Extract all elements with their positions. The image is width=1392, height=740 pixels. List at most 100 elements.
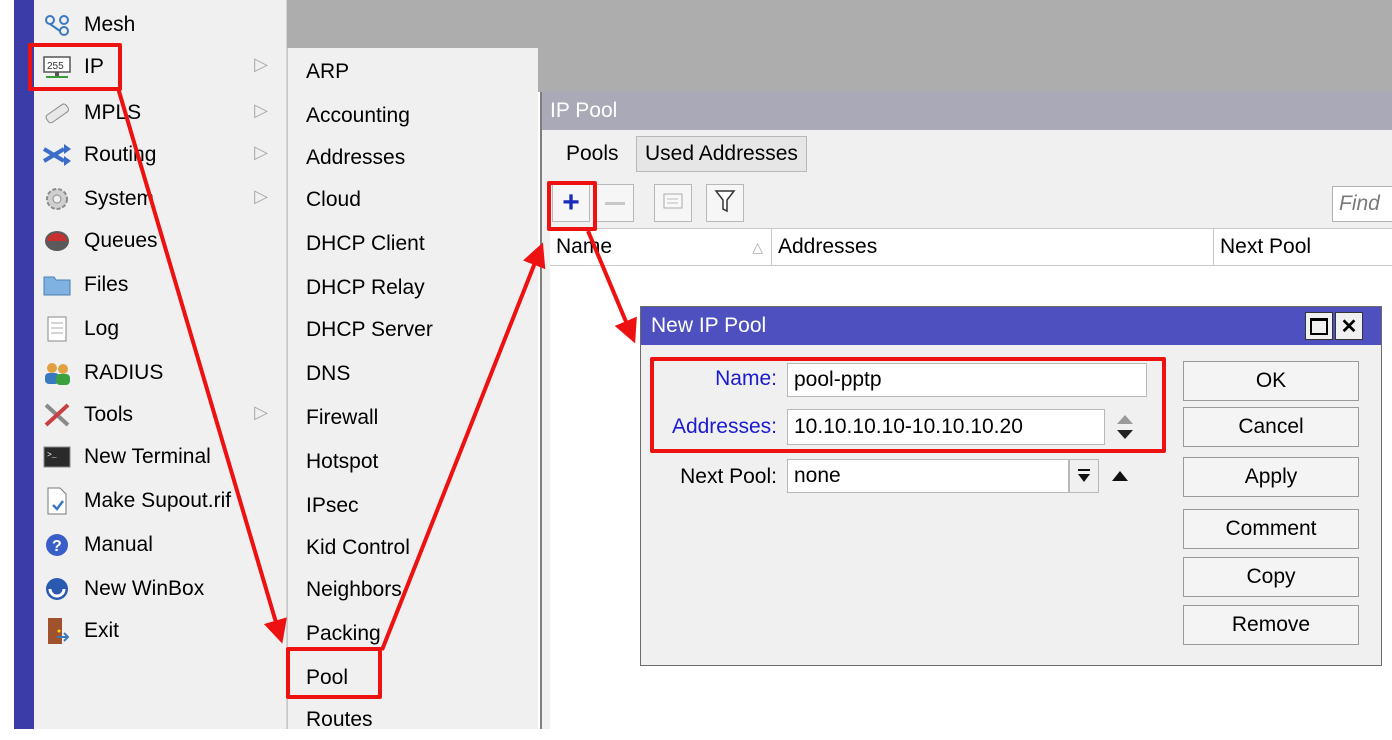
column-header-name[interactable]: Name △ bbox=[550, 229, 772, 265]
submenu-item-label: Neighbors bbox=[306, 578, 402, 601]
menu-item-mesh[interactable]: Mesh bbox=[34, 4, 286, 46]
dropdown-arrow-icon bbox=[1078, 469, 1090, 482]
folder-icon bbox=[40, 271, 74, 299]
submenu-item-label: DNS bbox=[306, 362, 351, 385]
menu-item-label: Make Supout.rif bbox=[84, 489, 232, 512]
column-header-addresses[interactable]: Addresses bbox=[772, 229, 1214, 265]
submenu-item-label: Routes bbox=[306, 708, 373, 731]
submenu-item-accounting[interactable]: Accounting bbox=[306, 96, 410, 136]
menu-item-label: Queues bbox=[84, 229, 158, 252]
close-button[interactable]: ✕ bbox=[1335, 312, 1363, 340]
svg-text:>_: >_ bbox=[47, 451, 57, 460]
tools-icon bbox=[40, 401, 74, 429]
find-input[interactable]: Find bbox=[1332, 186, 1392, 222]
collapse-up-icon[interactable] bbox=[1107, 463, 1133, 489]
submenu-item-label: Firewall bbox=[306, 406, 379, 429]
submenu-arrow-icon: ▷ bbox=[254, 100, 268, 120]
submenu-item-routes[interactable]: Routes bbox=[306, 700, 373, 740]
menu-item-radius[interactable]: RADIUS bbox=[34, 352, 286, 394]
menu-item-label: Tools bbox=[84, 403, 134, 426]
tab-label: Used Addresses bbox=[645, 142, 798, 165]
submenu-arrow-icon: ▷ bbox=[254, 54, 268, 74]
ip-pool-title-bar[interactable]: IP Pool bbox=[542, 92, 1392, 130]
ok-button[interactable]: OK bbox=[1183, 361, 1359, 401]
column-header-next-pool[interactable]: Next Pool bbox=[1214, 229, 1392, 265]
submenu-item-hotspot[interactable]: Hotspot bbox=[306, 442, 378, 482]
menu-item-queues[interactable]: Queues bbox=[34, 220, 286, 262]
menu-item-system[interactable]: System ▷ bbox=[34, 178, 286, 220]
submenu-item-dhcp-relay[interactable]: DHCP Relay bbox=[306, 268, 425, 308]
tab-used-addresses[interactable]: Used Addresses bbox=[636, 136, 807, 172]
cancel-button[interactable]: Cancel bbox=[1183, 407, 1359, 447]
svg-text:?: ? bbox=[52, 538, 62, 555]
menu-item-label: Mesh bbox=[84, 13, 136, 36]
tab-label: Pools bbox=[566, 142, 619, 165]
submenu-item-label: Accounting bbox=[306, 104, 410, 127]
system-gear-icon bbox=[40, 185, 74, 213]
menu-side-strip bbox=[14, 0, 34, 729]
button-label: Apply bbox=[1244, 465, 1298, 488]
submenu-item-addresses[interactable]: Addresses bbox=[306, 138, 405, 178]
button-label: Copy bbox=[1246, 565, 1296, 588]
submenu-item-label: ARP bbox=[306, 60, 350, 83]
submenu-item-kid-control[interactable]: Kid Control bbox=[306, 528, 410, 568]
submenu-item-label: Hotspot bbox=[306, 450, 379, 473]
menu-item-label: New WinBox bbox=[84, 577, 205, 600]
submenu-item-dhcp-client[interactable]: DHCP Client bbox=[306, 224, 425, 264]
button-label: Remove bbox=[1231, 613, 1311, 636]
submenu-item-dhcp-server[interactable]: DHCP Server bbox=[306, 310, 433, 350]
remove-button[interactable]: Remove bbox=[1183, 605, 1359, 645]
comment-note-icon bbox=[663, 192, 683, 215]
winbox-icon bbox=[40, 575, 74, 603]
tab-pools[interactable]: Pools bbox=[558, 136, 627, 172]
ip-submenu: ARP Accounting Addresses Cloud DHCP Clie… bbox=[287, 48, 538, 731]
menu-item-label: System bbox=[84, 187, 155, 210]
sort-ascending-icon: △ bbox=[752, 238, 763, 255]
menu-item-manual[interactable]: ? Manual bbox=[34, 524, 286, 566]
apply-button[interactable]: Apply bbox=[1183, 457, 1359, 497]
submenu-item-ipsec[interactable]: IPsec bbox=[306, 486, 359, 526]
menu-item-routing[interactable]: Routing ▷ bbox=[34, 134, 286, 176]
radius-users-icon bbox=[40, 359, 74, 387]
menu-item-make-supout[interactable]: Make Supout.rif bbox=[34, 480, 286, 522]
filter-funnel-icon bbox=[714, 189, 736, 218]
submenu-item-dns[interactable]: DNS bbox=[306, 354, 350, 394]
menu-item-label: Files bbox=[84, 273, 129, 296]
submenu-item-cloud[interactable]: Cloud bbox=[306, 180, 361, 220]
help-icon: ? bbox=[40, 531, 74, 559]
menu-item-tools[interactable]: Tools ▷ bbox=[34, 394, 286, 436]
next-pool-field[interactable]: none bbox=[787, 459, 1069, 493]
submenu-item-label: DHCP Relay bbox=[306, 276, 425, 299]
menu-item-label: Log bbox=[84, 317, 120, 340]
filter-button[interactable] bbox=[706, 184, 744, 222]
highlight-name-addresses-fields bbox=[650, 357, 1166, 453]
next-pool-label: Next Pool: bbox=[680, 465, 777, 488]
window-title: IP Pool bbox=[550, 99, 618, 122]
submenu-item-neighbors[interactable]: Neighbors bbox=[306, 570, 402, 610]
menu-item-exit[interactable]: Exit bbox=[34, 610, 286, 652]
menu-item-new-winbox[interactable]: New WinBox bbox=[34, 568, 286, 610]
comment-button[interactable]: Comment bbox=[1183, 509, 1359, 549]
column-label: Addresses bbox=[778, 235, 878, 258]
dialog-title: New IP Pool bbox=[651, 314, 767, 337]
log-icon bbox=[40, 315, 74, 343]
submenu-item-label: DHCP Client bbox=[306, 232, 425, 255]
menu-item-files[interactable]: Files bbox=[34, 264, 286, 306]
copy-button[interactable]: Copy bbox=[1183, 557, 1359, 597]
maximize-button[interactable] bbox=[1305, 312, 1333, 340]
menu-item-label: MPLS bbox=[84, 101, 142, 124]
menu-item-log[interactable]: Log bbox=[34, 308, 286, 350]
menu-item-new-terminal[interactable]: >_ New Terminal bbox=[34, 436, 286, 478]
menu-item-mpls[interactable]: MPLS ▷ bbox=[34, 92, 286, 134]
submenu-item-firewall[interactable]: Firewall bbox=[306, 398, 378, 438]
queues-icon bbox=[40, 227, 74, 255]
submenu-item-label: Packing bbox=[306, 622, 381, 645]
next-pool-dropdown-button[interactable] bbox=[1069, 459, 1099, 493]
dialog-title-bar[interactable]: New IP Pool bbox=[641, 307, 1381, 345]
submenu-item-label: DHCP Server bbox=[306, 318, 433, 341]
main-menu: Mesh 255 IP ▷ MPLS ▷ Routing ▷ System ▷ … bbox=[34, 0, 287, 729]
remove-button[interactable] bbox=[596, 184, 634, 222]
comment-button[interactable] bbox=[654, 184, 692, 222]
highlight-add-button bbox=[547, 181, 597, 231]
submenu-item-arp[interactable]: ARP bbox=[306, 52, 349, 92]
